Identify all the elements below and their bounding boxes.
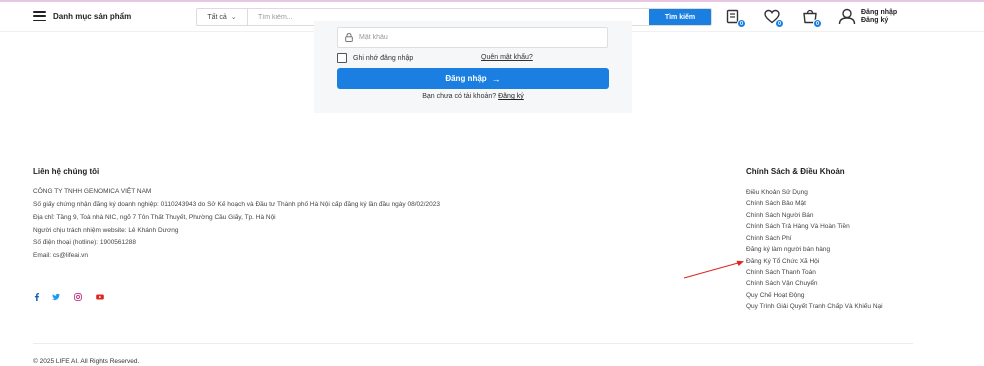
signup-prompt-text: Bạn chưa có tài khoản? <box>422 93 497 100</box>
search-category-value: Tất cả <box>207 13 227 21</box>
contact-email: Email: cs@lifeai.vn <box>33 252 89 259</box>
remember-me[interactable]: Ghi nhớ đăng nhập <box>337 53 413 63</box>
search-button[interactable]: Tìm kiếm <box>649 9 711 25</box>
policy-link-fees[interactable]: Chính Sách Phí <box>746 235 792 242</box>
policy-link-social-organization[interactable]: Đăng Ký Tổ Chức Xã Hội <box>746 258 819 265</box>
policy-link-dispute-resolution[interactable]: Quy Trình Giải Quyết Tranh Chấp Và Khiếu… <box>746 303 883 310</box>
facebook-icon <box>34 293 39 301</box>
lock-icon <box>345 33 353 42</box>
contact-company: CÔNG TY TNHH GENOMICA VIỆT NAM <box>33 188 152 195</box>
contact-business-license: Số giấy chứng nhận đăng ký doanh nghiệp:… <box>33 201 441 208</box>
password-input[interactable] <box>359 34 599 41</box>
contact-responsible-person: Người chịu trách nhiệm website: Lê Khánh… <box>33 227 179 234</box>
account-links: Đăng nhập Đăng ký <box>861 9 897 25</box>
user-icon <box>838 8 856 25</box>
account-menu[interactable]: Đăng nhập Đăng ký <box>838 8 897 25</box>
facebook-link[interactable] <box>33 288 41 306</box>
twitter-icon <box>52 293 60 301</box>
annotation-arrow <box>683 260 744 279</box>
twitter-link[interactable] <box>52 288 60 306</box>
login-link[interactable]: Đăng nhập <box>861 9 897 17</box>
arrow-right-icon: → <box>491 73 501 84</box>
search-category-select[interactable]: Tất cả ⌄ <box>197 9 248 25</box>
contact-address: Địa chỉ: Tầng 9, Toà nhà NIC, ngõ 7 Tôn … <box>33 214 276 221</box>
cart-count-badge: 0 <box>813 19 822 28</box>
policy-link-shipping[interactable]: Chính Sách Vận Chuyển <box>746 280 818 287</box>
policy-link-returns-refunds[interactable]: Chính Sách Trả Hàng Và Hoàn Tiền <box>746 223 850 230</box>
footer-divider <box>33 343 913 344</box>
contact-heading: Liên hệ chúng tôi <box>33 167 100 176</box>
policy-link-seller[interactable]: Chính Sách Người Bán <box>746 212 814 219</box>
remember-checkbox[interactable] <box>337 53 347 63</box>
password-field[interactable] <box>337 27 608 48</box>
policy-link-operating-rules[interactable]: Quy Chế Hoạt Động <box>746 292 805 299</box>
youtube-icon <box>96 294 104 300</box>
youtube-link[interactable] <box>96 288 104 306</box>
login-submit-label: Đăng nhập <box>445 74 487 83</box>
login-submit-button[interactable]: Đăng nhập → <box>337 68 609 89</box>
category-menu-label: Danh mục sản phẩm <box>53 11 132 21</box>
compare-count-badge: 0 <box>737 19 746 28</box>
chevron-down-icon: ⌄ <box>230 14 237 21</box>
category-menu-button[interactable]: Danh mục sản phẩm <box>33 11 131 21</box>
policy-link-payment[interactable]: Chính Sách Thanh Toán <box>746 269 816 276</box>
signup-link[interactable]: Đăng ký <box>498 93 524 100</box>
contact-hotline: Số điện thoại (hotline): 1900561288 <box>33 239 136 246</box>
remember-label: Ghi nhớ đăng nhập <box>353 54 414 62</box>
policy-heading: Chính Sách & Điều Khoản <box>746 167 845 176</box>
forgot-password-link[interactable]: Quên mật khẩu? <box>481 54 533 61</box>
instagram-link[interactable] <box>74 288 82 306</box>
menu-icon <box>33 11 46 21</box>
policy-link-privacy[interactable]: Chính Sách Bảo Mật <box>746 200 806 207</box>
policy-link-terms-of-use[interactable]: Điều Khoản Sử Dụng <box>746 189 808 196</box>
policy-link-become-seller[interactable]: Đăng ký làm người bán hàng <box>746 246 830 253</box>
wishlist-button[interactable]: 0 <box>764 9 784 28</box>
register-link[interactable]: Đăng ký <box>861 17 897 25</box>
copyright-text: © 2025 LIFE AI. All Rights Reserved. <box>33 358 140 365</box>
signup-prompt: Bạn chưa có tài khoản? Đăng ký <box>314 93 632 100</box>
compare-button[interactable]: 0 <box>726 9 746 28</box>
instagram-icon <box>74 293 82 301</box>
wishlist-count-badge: 0 <box>775 19 784 28</box>
cart-button[interactable]: 0 <box>802 9 822 28</box>
